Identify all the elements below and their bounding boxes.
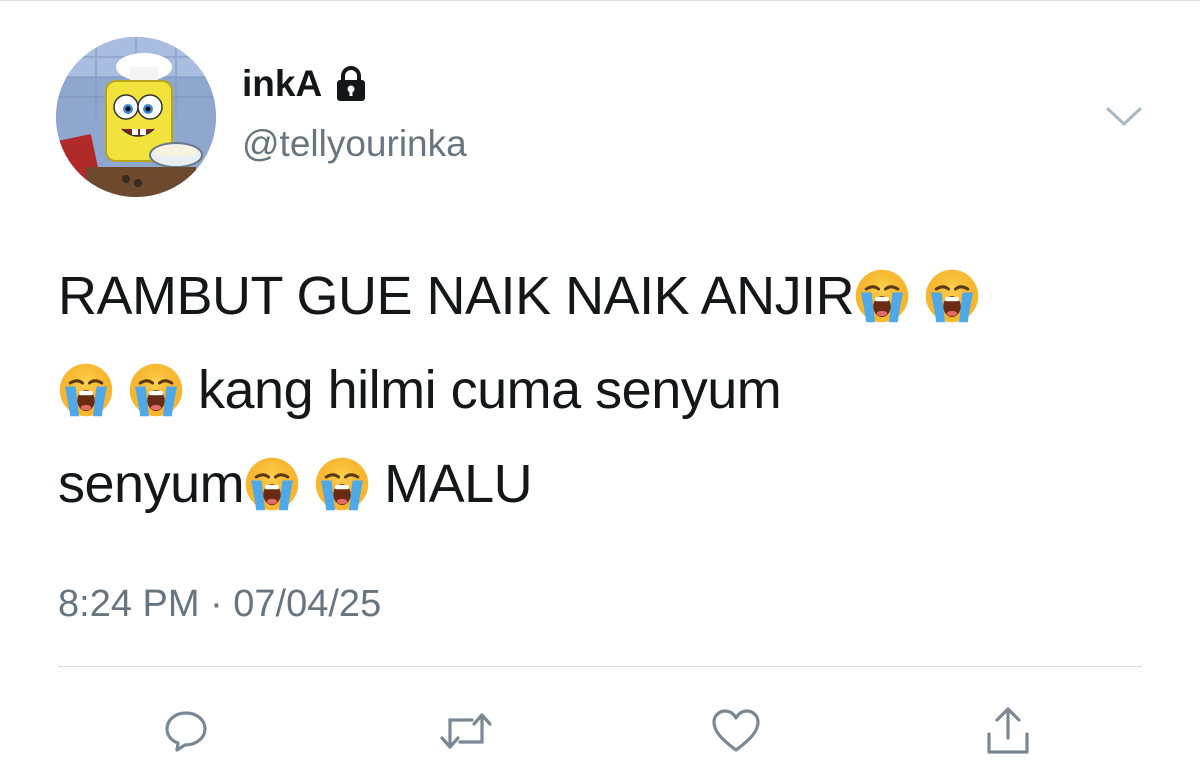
chevron-down-icon[interactable]	[1105, 105, 1143, 129]
share-button[interactable]	[978, 701, 1038, 761]
lock-icon	[337, 65, 366, 101]
share-icon	[987, 707, 1029, 754]
tweet-line-2: kang hilmi cuma senyum	[58, 343, 1148, 437]
tweet-card: inkA @tellyourinka RAMBUT GUE NAIK NAIK …	[0, 0, 1200, 783]
loudly-crying-face-icon	[128, 362, 184, 418]
tweet-text-segment: MALU	[384, 454, 533, 514]
loudly-crying-face-icon	[854, 268, 910, 324]
user-handle[interactable]: @tellyourinka	[242, 125, 467, 162]
retweet-icon	[440, 713, 492, 749]
tweet-text-segment: RAMBUT GUE NAIK NAIK ANJIR	[58, 266, 855, 326]
loudly-crying-face-icon	[924, 268, 980, 324]
loudly-crying-face-icon	[314, 456, 370, 512]
loudly-crying-face-icon	[58, 362, 114, 418]
display-name[interactable]: inkA	[242, 65, 368, 102]
tweet-actions	[0, 701, 1200, 761]
avatar[interactable]	[56, 37, 216, 197]
tweet-text-segment: senyum	[58, 454, 245, 514]
tweet-timestamp[interactable]: 8:24 PM · 07/04/25	[58, 585, 381, 623]
reply-button[interactable]	[156, 701, 216, 761]
divider	[58, 666, 1142, 667]
like-button[interactable]	[706, 701, 766, 761]
heart-icon	[712, 709, 760, 752]
reply-icon	[165, 711, 207, 752]
loudly-crying-face-icon	[244, 456, 300, 512]
tweet-text-segment: kang hilmi cuma senyum	[198, 360, 782, 420]
tweet-line-3: senyum MALU	[58, 437, 1148, 531]
spongebob-avatar-icon	[56, 37, 216, 197]
display-name-text: inkA	[242, 63, 323, 104]
tweet-text: RAMBUT GUE NAIK NAIK ANJIR kang hilmi cu…	[58, 249, 1148, 531]
tweet-line-1: RAMBUT GUE NAIK NAIK ANJIR	[58, 249, 1148, 343]
retweet-button[interactable]	[436, 701, 496, 761]
